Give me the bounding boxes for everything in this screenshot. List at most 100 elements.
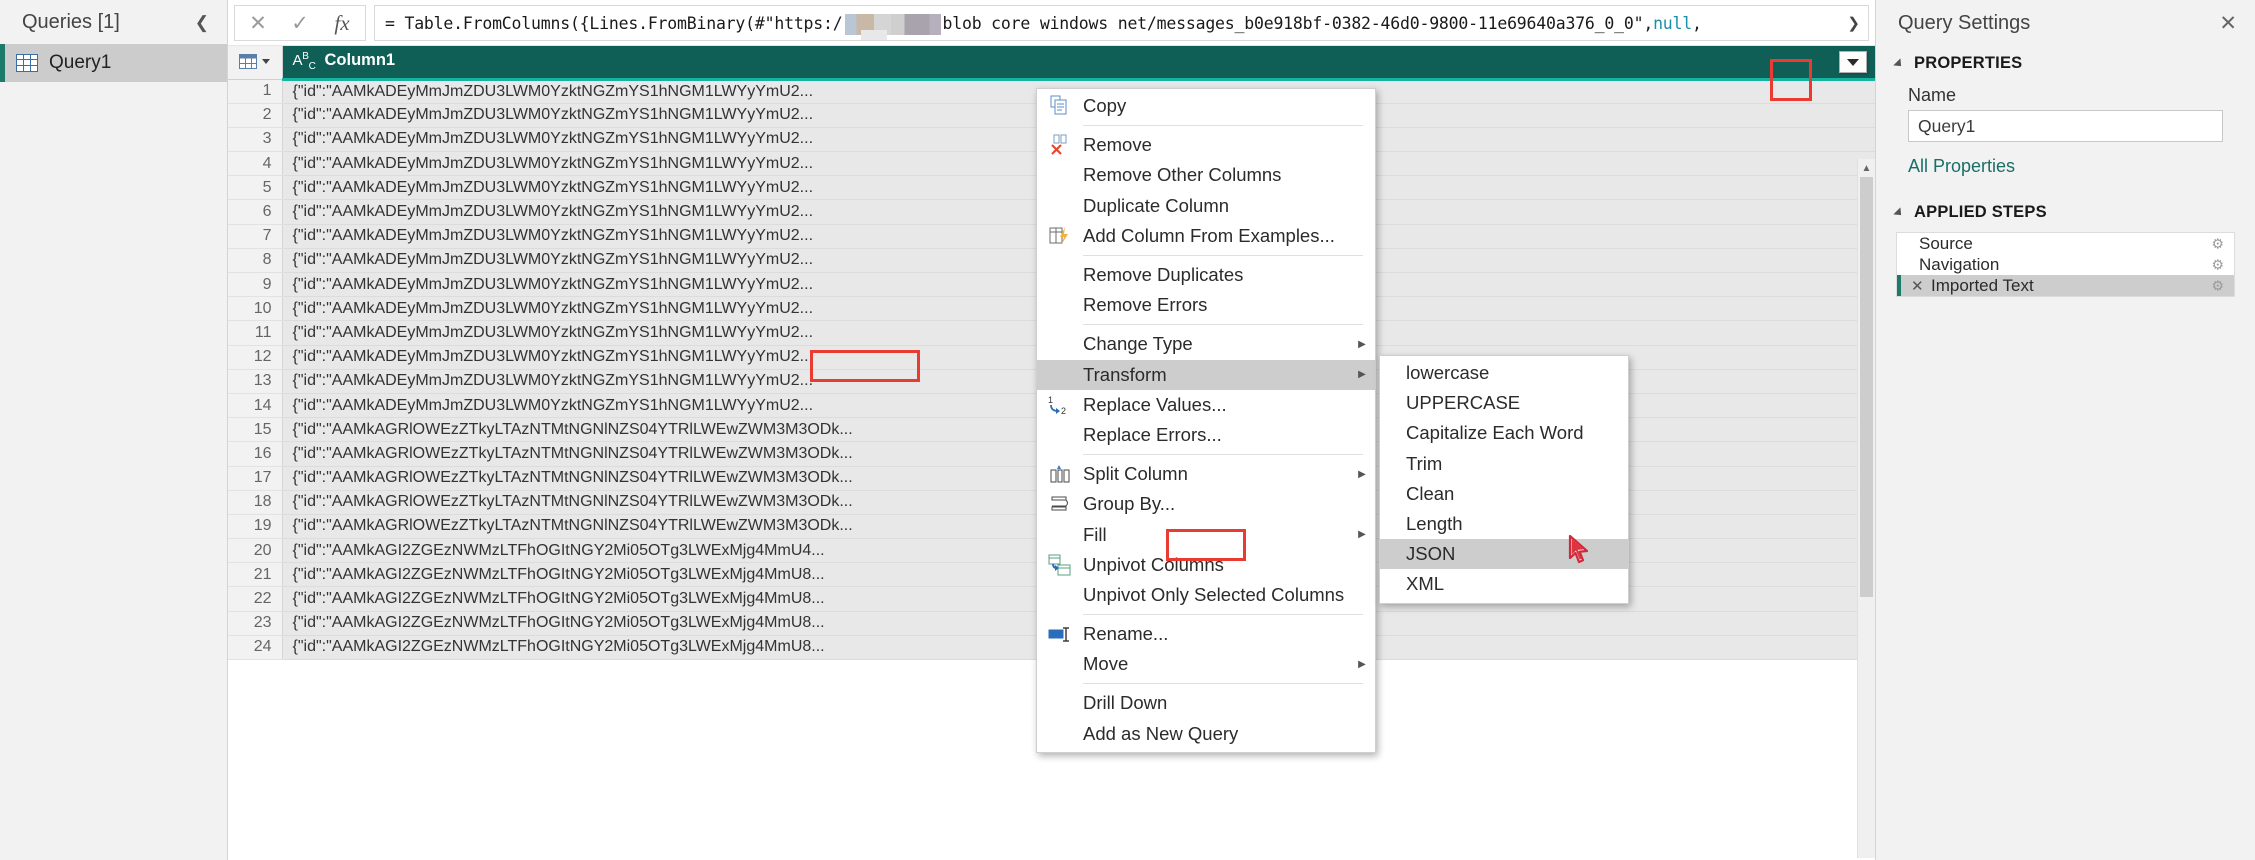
submenu-arrow-icon: ▶ <box>1358 369 1366 381</box>
context-menu-item-copy[interactable]: Copy <box>1037 91 1375 121</box>
applied-step-imported-text[interactable]: ✕ Imported Text ⚙ <box>1897 275 2234 296</box>
scroll-up-icon[interactable]: ▲ <box>1858 159 1875 177</box>
context-menu-item-label: Remove <box>1083 134 1152 156</box>
row-number[interactable]: 2 <box>228 103 283 128</box>
applied-step-source[interactable]: Source ⚙ <box>1897 233 2234 254</box>
collapse-triangle-icon <box>1893 206 1905 219</box>
context-menu-item-move[interactable]: Move ▶ <box>1037 649 1375 679</box>
row-number[interactable]: 17 <box>228 466 283 491</box>
row-number[interactable]: 24 <box>228 635 283 661</box>
row-number[interactable]: 6 <box>228 199 283 225</box>
applied-steps-section-label: APPLIED STEPS <box>1914 203 2047 221</box>
context-menu-item-remove-duplicates[interactable]: Remove Duplicates <box>1037 260 1375 290</box>
row-number[interactable]: 7 <box>228 224 283 249</box>
query-name-input[interactable]: Query1 <box>1908 110 2223 142</box>
chevron-left-icon[interactable]: ❮ <box>191 12 213 33</box>
context-menu-item-add-column-from-examples[interactable]: Add Column From Examples... <box>1037 221 1375 251</box>
copy-icon <box>1037 95 1083 117</box>
formula-comma-1: , <box>1643 13 1654 33</box>
transform-submenu-item-xml[interactable]: XML <box>1380 569 1628 599</box>
queries-pane-title: Queries [1] <box>22 10 120 33</box>
row-number[interactable]: 10 <box>228 296 283 322</box>
submenu-arrow-icon: ▶ <box>1358 468 1366 480</box>
row-number[interactable]: 3 <box>228 127 283 153</box>
delete-step-icon[interactable]: ✕ <box>1911 277 1931 295</box>
context-menu-item-label: Copy <box>1083 95 1127 117</box>
context-menu-item-add-as-new-query[interactable]: Add as New Query <box>1037 719 1375 749</box>
context-menu-item-change-type[interactable]: Change Type ▶ <box>1037 329 1375 359</box>
applied-step-navigation[interactable]: Navigation ⚙ <box>1897 254 2234 275</box>
row-number[interactable]: 15 <box>228 417 283 443</box>
context-menu-item-fill[interactable]: Fill ▶ <box>1037 519 1375 549</box>
transform-submenu-item-uppercase[interactable]: UPPERCASE <box>1380 388 1628 418</box>
transform-submenu-item-lowercase[interactable]: lowercase <box>1380 358 1628 388</box>
grid-vertical-scrollbar[interactable]: ▲ <box>1857 159 1875 858</box>
context-menu-item-remove[interactable]: Remove <box>1037 130 1375 160</box>
gear-icon[interactable]: ⚙ <box>2211 235 2224 252</box>
context-menu-item-duplicate-column[interactable]: Duplicate Column <box>1037 191 1375 221</box>
column-filter-dropdown-button[interactable] <box>1839 51 1867 73</box>
formula-input[interactable]: = Table.FromColumns({Lines.FromBinary(#"… <box>374 5 1869 41</box>
context-menu-item-remove-other-columns[interactable]: Remove Other Columns <box>1037 160 1375 190</box>
mouse-cursor-icon <box>1568 535 1589 564</box>
cancel-formula-button[interactable]: ✕ <box>237 6 279 40</box>
select-all-corner-button[interactable] <box>228 46 283 80</box>
context-menu-item-replace-errors[interactable]: Replace Errors... <box>1037 420 1375 450</box>
properties-section-label: PROPERTIES <box>1914 54 2023 72</box>
row-number[interactable]: 21 <box>228 562 283 588</box>
chevron-down-icon <box>262 59 271 65</box>
row-number[interactable]: 1 <box>228 79 283 104</box>
scrollbar-thumb[interactable] <box>1860 177 1873 597</box>
context-menu-item-label: Change Type <box>1083 333 1193 355</box>
formula-null-keyword: null <box>1653 13 1693 33</box>
table-icon <box>16 54 38 72</box>
transform-submenu-item-clean[interactable]: Clean <box>1380 479 1628 509</box>
context-menu-item-label: Replace Errors... <box>1083 423 1222 445</box>
row-number[interactable]: 5 <box>228 175 283 201</box>
context-menu-item-label: Group By... <box>1083 493 1176 515</box>
rename-icon <box>1037 623 1083 645</box>
row-number[interactable]: 8 <box>228 248 283 274</box>
gear-icon[interactable]: ⚙ <box>2211 256 2224 273</box>
row-number[interactable]: 13 <box>228 369 283 394</box>
row-number[interactable]: 4 <box>228 151 283 177</box>
row-number[interactable]: 9 <box>228 272 283 298</box>
context-menu-item-remove-errors[interactable]: Remove Errors <box>1037 290 1375 320</box>
row-number[interactable]: 19 <box>228 514 283 540</box>
row-number[interactable]: 16 <box>228 441 283 467</box>
row-number[interactable]: 18 <box>228 490 283 515</box>
context-menu-item-split-column[interactable]: Split Column ▶ <box>1037 459 1375 489</box>
row-number[interactable]: 12 <box>228 345 283 370</box>
close-icon[interactable]: ✕ <box>2219 13 2237 34</box>
applied-steps-section-header[interactable]: APPLIED STEPS <box>1876 181 2255 228</box>
properties-section-header[interactable]: PROPERTIES <box>1876 46 2255 79</box>
sidebar-item-query1[interactable]: Query1 <box>0 44 227 82</box>
row-number[interactable]: 23 <box>228 611 283 636</box>
all-properties-link[interactable]: All Properties <box>1876 142 2255 181</box>
transform-submenu-item-capitalize-each-word[interactable]: Capitalize Each Word <box>1380 418 1628 448</box>
remove-column-icon <box>1037 134 1083 156</box>
menu-separator <box>1083 324 1363 326</box>
transform-submenu-item-trim[interactable]: Trim <box>1380 449 1628 479</box>
context-menu-item-label: Fill <box>1083 523 1107 545</box>
row-number[interactable]: 11 <box>228 320 283 346</box>
chevron-down-icon[interactable]: ❯ <box>1847 14 1860 32</box>
context-menu-item-rename[interactable]: Rename... <box>1037 619 1375 649</box>
context-menu-item-replace-values[interactable]: 1 2 Replace Values... <box>1037 390 1375 420</box>
insert-function-button[interactable]: fx <box>321 6 363 40</box>
name-field-label: Name <box>1908 85 1957 105</box>
context-menu-item-group-by[interactable]: Group By... <box>1037 489 1375 519</box>
column-context-menu[interactable]: Copy Remove Remove Other Columns Duplicate … <box>1036 88 1376 753</box>
context-menu-item-drill-down[interactable]: Drill Down <box>1037 688 1375 718</box>
row-number[interactable]: 20 <box>228 538 283 564</box>
accept-formula-button[interactable]: ✓ <box>279 6 321 40</box>
abc-text-type-icon: ABC <box>292 51 316 73</box>
row-number[interactable]: 14 <box>228 393 283 419</box>
context-menu-item-unpivot-only-selected-columns[interactable]: Unpivot Only Selected Columns <box>1037 580 1375 610</box>
context-menu-item-transform[interactable]: Transform ▶ <box>1037 359 1375 390</box>
gear-icon[interactable]: ⚙ <box>2211 277 2224 294</box>
context-menu-item-unpivot-columns[interactable]: Unpivot Columns <box>1037 550 1375 580</box>
row-number[interactable]: 22 <box>228 586 283 612</box>
column-header-column1[interactable]: ABC Column1 <box>282 46 1875 81</box>
applied-step-label: Imported Text <box>1931 275 2034 295</box>
